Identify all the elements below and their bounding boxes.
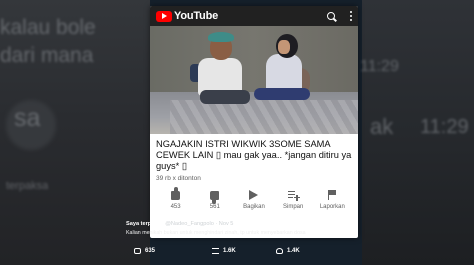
- share-button[interactable]: Bagikan: [237, 189, 271, 210]
- dislike-count: 561: [209, 204, 220, 210]
- background-text-right: ak: [370, 114, 394, 139]
- thumbs-up-icon: [171, 186, 181, 200]
- retweet-icon: [212, 248, 219, 254]
- tweet-like-count: 1.4K: [287, 248, 300, 254]
- reply-button[interactable]: 635: [134, 248, 212, 254]
- save-label: Simpan: [282, 204, 304, 210]
- video-action-bar: 453 561 Bagikan Simpan Laporkan: [156, 186, 352, 210]
- report-label: Laporkan: [319, 204, 345, 210]
- background-text-mid: sa: [14, 104, 41, 132]
- reply-icon: [134, 248, 141, 254]
- heart-icon: [276, 248, 283, 254]
- save-button[interactable]: Simpan: [276, 189, 310, 210]
- tweet-author-handle: @Nadeo_Fangpolo: [165, 221, 214, 227]
- retweet-button[interactable]: 1.6K: [212, 248, 276, 254]
- share-label: Bagikan: [243, 204, 265, 210]
- save-icon: [288, 190, 301, 201]
- like-tweet-button[interactable]: 1.4K: [276, 248, 340, 254]
- flag-icon: [327, 190, 337, 200]
- search-icon[interactable]: [327, 11, 337, 22]
- reply-count: 635: [145, 248, 156, 254]
- youtube-header: YouTube: [150, 6, 358, 26]
- background-text-small: terpaksa: [6, 180, 49, 192]
- background-text-line2: dari mana: [0, 44, 94, 67]
- thumbs-down-icon: [210, 190, 220, 200]
- quoted-tweet[interactable]: Saya terpaksa @Nadeo_Fangpolo · Nov 5 Ka…: [120, 214, 360, 265]
- share-icon: [249, 190, 259, 200]
- dislike-button[interactable]: 561: [198, 189, 232, 210]
- video-thumbnail[interactable]: [150, 26, 358, 134]
- youtube-logo-text: YouTube: [174, 10, 219, 22]
- tweet-text: Kalian menikah bukan untuk menghindari z…: [126, 230, 306, 236]
- background-text-line1: kalau bole: [0, 16, 96, 39]
- view-count: 39 rb x ditonton: [156, 175, 201, 182]
- youtube-screenshot-card: YouTube NGAJAKIN ISTRI WIKWIK 3SOME SAMA…: [150, 6, 358, 238]
- retweet-count: 1.6K: [223, 248, 236, 254]
- tweet-author-name: Saya terpaksa: [126, 221, 164, 227]
- tweet-meta: Saya terpaksa @Nadeo_Fangpolo · Nov 5: [126, 221, 234, 227]
- youtube-logo-icon: [156, 10, 172, 22]
- report-button[interactable]: Laporkan: [315, 189, 349, 210]
- like-count: 453: [170, 204, 181, 210]
- like-button[interactable]: 453: [159, 186, 193, 210]
- background-time-1: 11:29: [360, 58, 399, 75]
- more-options-icon[interactable]: [350, 11, 352, 21]
- tweet-time: Nov 5: [218, 221, 234, 227]
- video-info: NGAJAKIN ISTRI WIKWIK 3SOME SAMA CEWEK L…: [150, 134, 358, 210]
- video-title: NGAJAKIN ISTRI WIKWIK 3SOME SAMA CEWEK L…: [156, 139, 352, 171]
- background-time-2: 11:29: [420, 116, 469, 138]
- tweet-stats: 635 1.6K 1.4K: [134, 248, 364, 254]
